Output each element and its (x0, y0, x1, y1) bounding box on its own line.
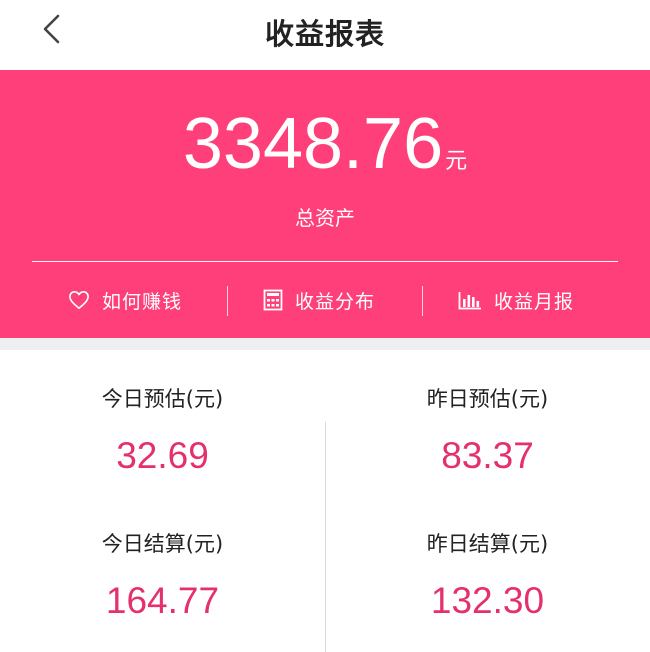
heart-icon (69, 291, 89, 309)
total-amount-unit: 元 (445, 149, 468, 174)
yesterday-settled-value: 132.30 (430, 580, 545, 621)
today-settled-value: 164.77 (105, 580, 220, 621)
hero-divider (32, 261, 618, 262)
bar-chart-icon (458, 292, 481, 310)
section-gap (0, 338, 650, 350)
earnings-distribution-button[interactable]: 收益分布 (263, 280, 375, 320)
today-settled-stat: 今日结算(元) 164.77 (0, 528, 325, 622)
action-bar: 如何赚钱 收益分布 收益月报 (0, 280, 650, 320)
earnings-distribution-label: 收益分布 (295, 290, 376, 313)
how-to-earn-label: 如何赚钱 (102, 290, 183, 313)
monthly-report-label: 收益月报 (494, 290, 575, 313)
yesterday-estimate-label: 昨日预估(元) (426, 387, 549, 411)
action-separator (422, 286, 423, 316)
total-assets-label: 总资产 (295, 206, 355, 230)
earnings-stats: 今日预估(元) 32.69 昨日预估(元) 83.37 今日结算(元) 164.… (0, 350, 650, 652)
yesterday-settled-label: 昨日结算(元) (426, 532, 549, 556)
action-separator (227, 286, 228, 316)
today-settled-label: 今日结算(元) (101, 532, 224, 556)
total-assets-panel: 3348.76元 总资产 如何赚钱 收益分布 收益月报 (0, 70, 650, 338)
calculator-icon (263, 289, 283, 311)
yesterday-settled-stat: 昨日结算(元) 132.30 (325, 528, 650, 622)
total-amount: 3348.76 (182, 104, 444, 184)
today-estimate-value: 32.69 (116, 435, 209, 476)
today-estimate-stat: 今日预估(元) 32.69 (0, 383, 325, 477)
top-bar: 收益报表 (0, 0, 650, 70)
how-to-earn-button[interactable]: 如何赚钱 (68, 280, 182, 320)
yesterday-estimate-stat: 昨日预估(元) 83.37 (325, 383, 650, 477)
total-amount-row: 3348.76元 (0, 108, 650, 180)
monthly-report-button[interactable]: 收益月报 (458, 280, 574, 320)
page-title: 收益报表 (264, 17, 385, 51)
today-estimate-label: 今日预估(元) (101, 387, 224, 411)
yesterday-estimate-value: 83.37 (441, 435, 534, 476)
